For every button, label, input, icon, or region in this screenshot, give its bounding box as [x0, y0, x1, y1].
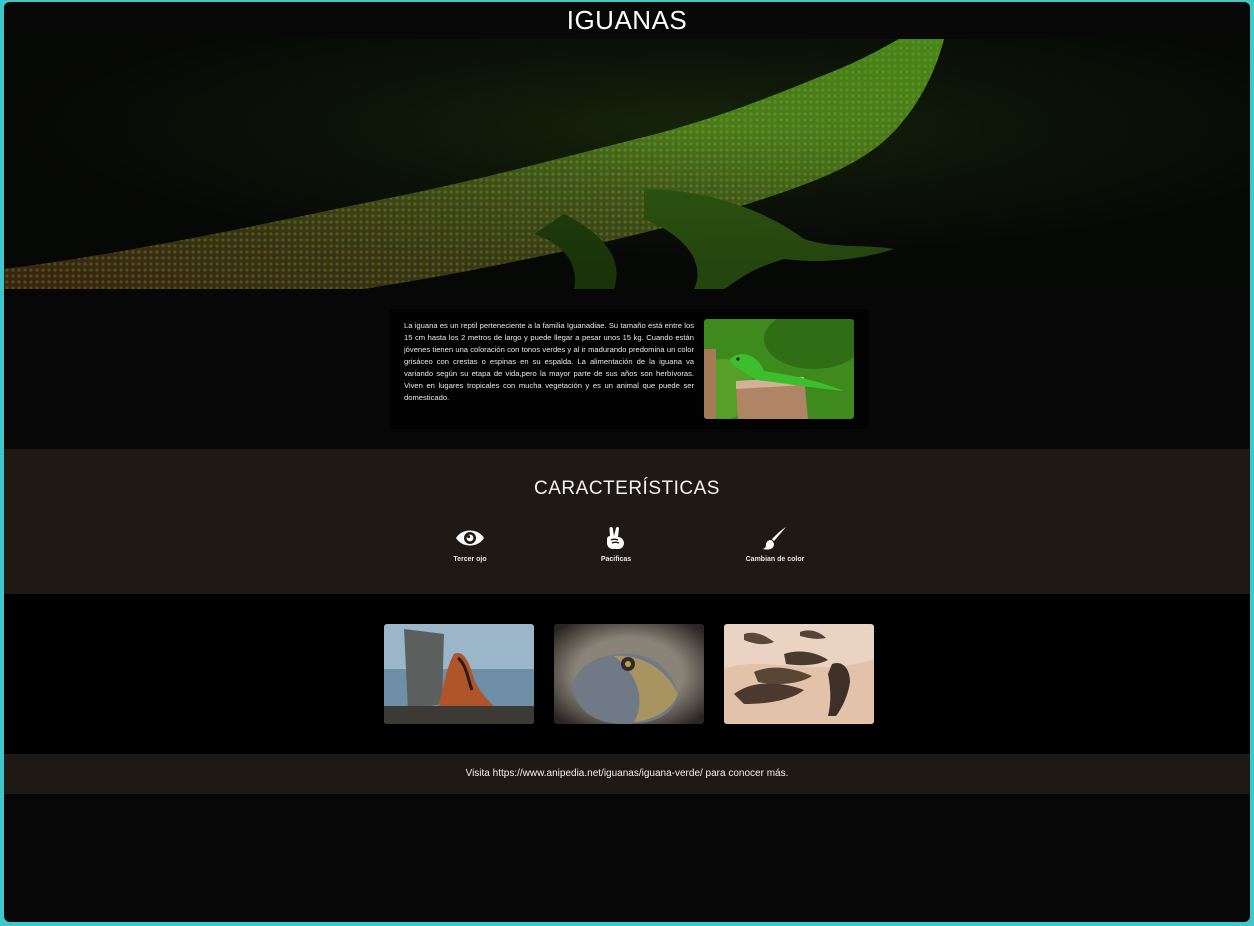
page-title: IGUANAS [566, 5, 688, 35]
intro-paragraph: La iguana es un reptil perteneciente a l… [404, 321, 694, 402]
footer-text: Visita https://www.anipedia.net/iguanas/… [465, 768, 789, 779]
paintbrush-icon [763, 527, 786, 550]
header: IGUANAS [4, 2, 1250, 39]
feature-peaceful: Pacificas [556, 525, 676, 563]
feature-third-eye: Tercer ojo [410, 525, 530, 563]
iguana-head-photo [554, 624, 704, 724]
features-title: CARACTERÍSTICAS [534, 478, 720, 499]
marine-iguana-rock-photo [384, 624, 534, 724]
green-iguana-photo [704, 319, 854, 419]
photo-gallery [4, 594, 1250, 754]
footer: Visita https://www.anipedia.net/iguanas/… [4, 754, 1250, 794]
hero-banner-image [4, 39, 1250, 289]
iguana-hero-illustration [4, 39, 1250, 289]
intro-card: La iguana es un reptil perteneciente a l… [389, 309, 869, 429]
feature-label: Tercer ojo [453, 556, 487, 563]
features-section: CARACTERÍSTICAS Tercer ojo Pacificas Cam… [4, 449, 1250, 594]
eye-icon [456, 530, 484, 546]
intro-section: La iguana es un reptil perteneciente a l… [4, 289, 1250, 449]
feature-color-change: Cambian de color [715, 525, 835, 563]
feature-label: Pacificas [600, 556, 632, 563]
feature-label: Cambian de color [745, 556, 805, 563]
iguanas-on-beach-photo [724, 624, 874, 724]
page-frame: IGUANAS La iguana es un reptil perteneci… [4, 2, 1250, 922]
peace-hand-icon [607, 526, 624, 549]
